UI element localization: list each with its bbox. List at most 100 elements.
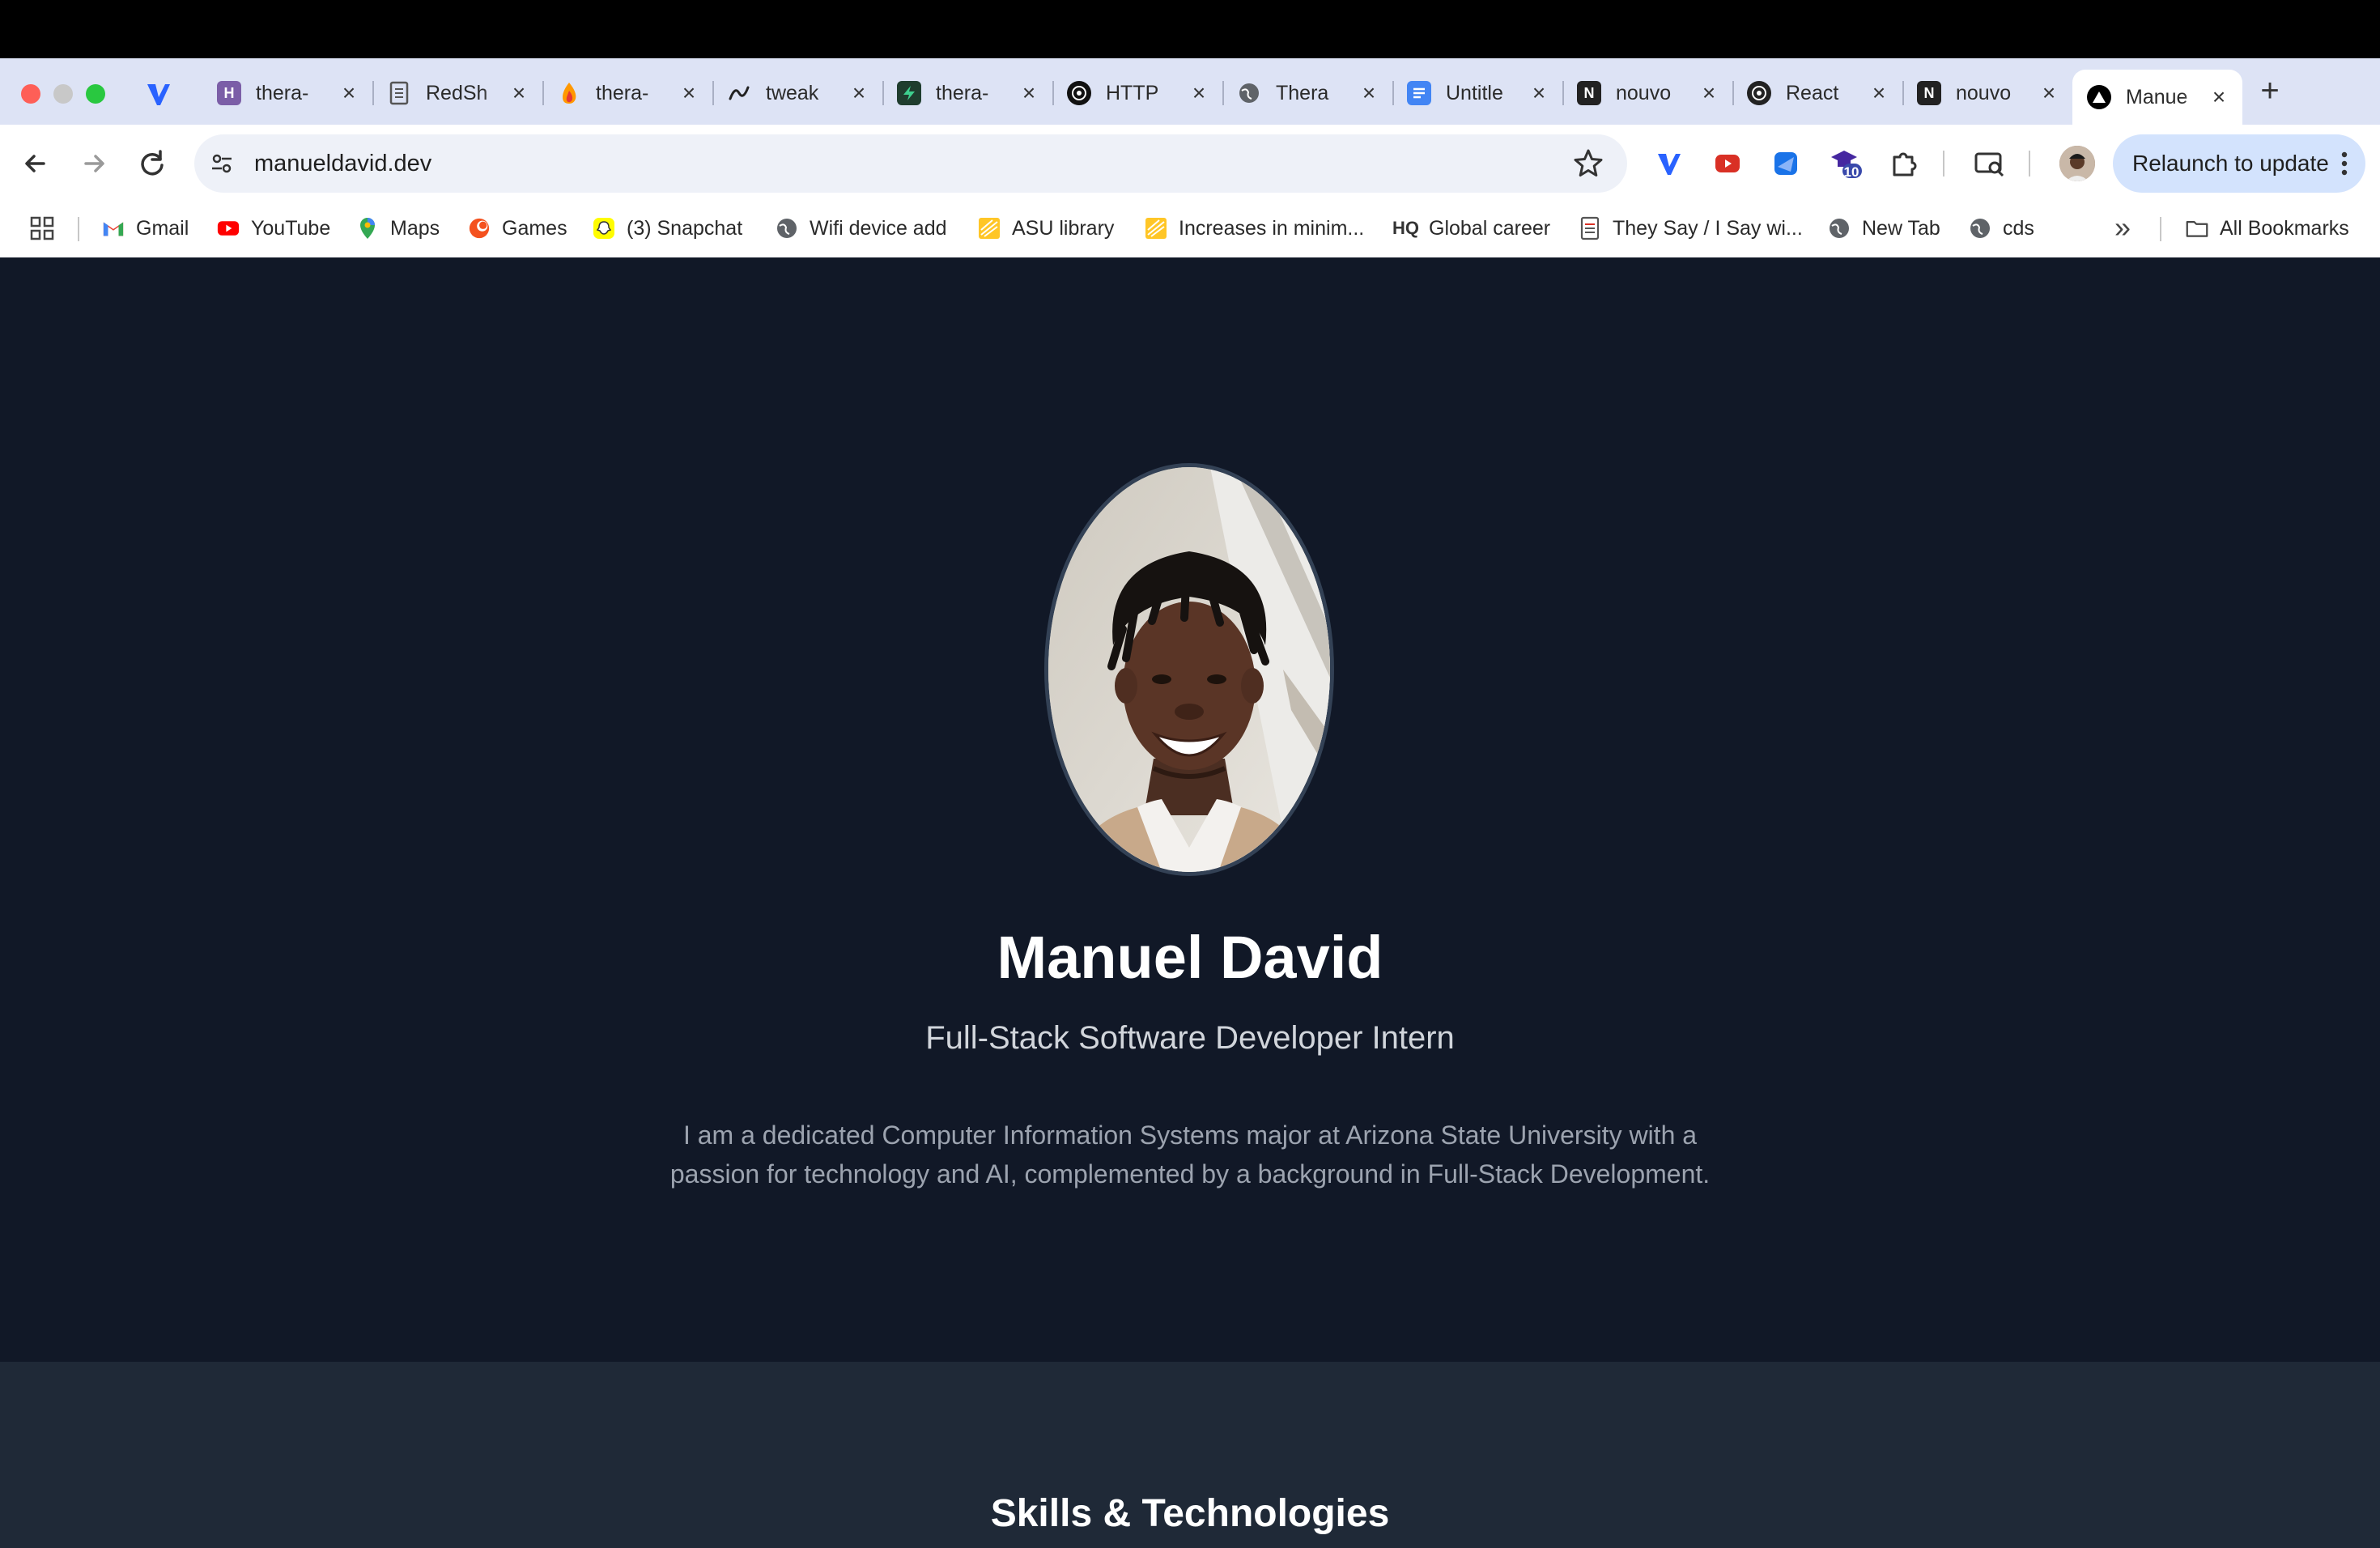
bookmark-games[interactable]: Games	[468, 212, 567, 245]
tab-9[interactable]: React ×	[1732, 70, 1904, 117]
bookmark-label: Increases in minim...	[1179, 216, 1365, 240]
bookmark-label: cds	[2003, 216, 2034, 240]
bookmark-asu-library[interactable]: ASU library	[978, 212, 1114, 245]
bookmark-label: (3) Snapchat	[627, 216, 743, 240]
tab-title: nouvo	[1616, 81, 1672, 104]
apps-grid-icon[interactable]	[29, 215, 55, 241]
globe-icon	[1828, 217, 1851, 240]
system-top-bar	[0, 0, 2380, 58]
tab-2[interactable]: thera- ×	[542, 70, 714, 117]
close-tab-icon[interactable]: ×	[1867, 81, 1891, 105]
openai-icon	[1067, 81, 1091, 105]
asu-icon	[1145, 217, 1167, 240]
bookmark-label: YouTube	[251, 216, 331, 240]
profile-photo-illustration	[1048, 467, 1330, 872]
close-tab-icon[interactable]: ×	[1697, 81, 1721, 105]
tab-1[interactable]: RedSh ×	[372, 70, 544, 117]
tab-title: Manue	[2126, 85, 2188, 108]
maps-icon	[356, 217, 379, 240]
close-tab-icon[interactable]: ×	[677, 81, 701, 105]
more-menu-icon[interactable]	[2331, 147, 2357, 180]
profile-name: Manuel David	[997, 924, 1383, 991]
close-tab-icon[interactable]: ×	[2037, 81, 2061, 105]
maximize-window-button[interactable]	[86, 84, 105, 104]
close-window-button[interactable]	[21, 84, 40, 104]
site-settings-icon[interactable]	[206, 147, 238, 180]
close-tab-icon[interactable]: ×	[337, 81, 361, 105]
bookmark-gmail[interactable]: Gmail	[102, 212, 189, 245]
bookmark-increases-in-minim[interactable]: Increases in minim...	[1145, 212, 1364, 245]
tab-title: HTTP	[1106, 81, 1159, 104]
arrow-right-icon	[84, 155, 104, 172]
vimeo-style-tab-icon[interactable]	[144, 79, 173, 108]
bookmark-star-icon[interactable]	[1570, 146, 1606, 181]
minimize-window-button[interactable]	[53, 84, 73, 104]
tab-title: thera-	[256, 81, 309, 104]
extension-vimeo-icon[interactable]	[1651, 146, 1687, 181]
close-tab-icon[interactable]: ×	[847, 81, 871, 105]
bookmark-label: They Say / I Say wi...	[1613, 216, 1803, 240]
gmail-icon	[102, 217, 125, 240]
hq-icon: HQ	[1392, 218, 1419, 238]
profile-role: Full-Stack Software Developer Intern	[925, 1020, 1455, 1056]
tab-0[interactable]: Hthera- ×	[202, 70, 374, 117]
globe-icon	[1969, 217, 1991, 240]
bookmark-label: Global career	[1429, 216, 1551, 240]
extension-blue-icon[interactable]	[1768, 146, 1804, 181]
all-bookmarks-button[interactable]: All Bookmarks	[2186, 212, 2349, 245]
back-button[interactable]	[16, 144, 55, 183]
extensions-puzzle-icon[interactable]	[1886, 146, 1922, 181]
profile-photo	[1044, 463, 1334, 876]
close-tab-icon[interactable]: ×	[1017, 81, 1041, 105]
extension-youtube-icon[interactable]	[1710, 146, 1745, 181]
bookmark-global-career[interactable]: HQ Global career	[1392, 212, 1550, 245]
bookmarks-divider	[2160, 217, 2161, 241]
bookmark-wifi-device-add[interactable]: Wifi device add	[776, 212, 947, 245]
close-tab-icon[interactable]: ×	[1527, 81, 1551, 105]
document-icon	[387, 81, 411, 105]
youtube-icon	[217, 217, 240, 240]
firebase-icon	[557, 81, 581, 105]
tab-title: RedSh	[426, 81, 488, 104]
bookmark-maps[interactable]: Maps	[356, 212, 440, 245]
extension-badge: 10	[1843, 164, 1859, 180]
tab-search-icon[interactable]	[1972, 146, 2008, 181]
bookmark-cds[interactable]: cds	[1969, 212, 2034, 245]
tab-11[interactable]: Manue ×	[2072, 70, 2242, 125]
toolbar-divider	[1943, 151, 1944, 176]
close-tab-icon[interactable]: ×	[507, 81, 531, 105]
tab-4[interactable]: thera- ×	[882, 70, 1054, 117]
vercel-icon	[2087, 85, 2111, 109]
url-text[interactable]: manueldavid.dev	[254, 147, 431, 180]
tab-title: thera-	[936, 81, 989, 104]
bookmark-3-snapchat[interactable]: (3) Snapchat	[593, 212, 742, 245]
bookmarks-overflow-button[interactable]: »	[2108, 213, 2137, 243]
games-icon	[468, 217, 491, 240]
tab-8[interactable]: Nnouvo ×	[1562, 70, 1734, 117]
close-tab-icon[interactable]: ×	[1187, 81, 1211, 105]
tab-title: thera-	[596, 81, 649, 104]
relaunch-button[interactable]: Relaunch to update	[2113, 134, 2365, 193]
profile-avatar[interactable]	[2059, 146, 2095, 181]
forward-button[interactable]	[74, 144, 113, 183]
react-icon	[1747, 81, 1771, 105]
google-docs-icon	[1407, 81, 1431, 105]
bookmark-they-say-i-say-wi[interactable]: They Say / I Say wi...	[1579, 212, 1803, 245]
bookmark-youtube[interactable]: YouTube	[217, 212, 330, 245]
tab-3[interactable]: tweak ×	[712, 70, 884, 117]
asu-icon	[978, 217, 1001, 240]
globe-icon	[1237, 81, 1261, 105]
tab-7[interactable]: Untitle ×	[1392, 70, 1564, 117]
tab-5[interactable]: HTTP ×	[1052, 70, 1224, 117]
snapchat-icon	[593, 217, 615, 240]
profile-bio: I am a dedicated Computer Information Sy…	[669, 1121, 1711, 1189]
close-tab-icon[interactable]: ×	[2207, 85, 2231, 109]
tab-10[interactable]: Nnouvo ×	[1902, 70, 2072, 117]
close-tab-icon[interactable]: ×	[1357, 81, 1381, 105]
tab-title: Untitle	[1446, 81, 1503, 104]
tab-6[interactable]: Thera ×	[1222, 70, 1394, 117]
folder-icon	[2186, 217, 2208, 240]
reload-button[interactable]	[133, 144, 172, 183]
new-tab-button[interactable]: +	[2252, 74, 2288, 110]
bookmark-new-tab[interactable]: New Tab	[1828, 212, 1940, 245]
